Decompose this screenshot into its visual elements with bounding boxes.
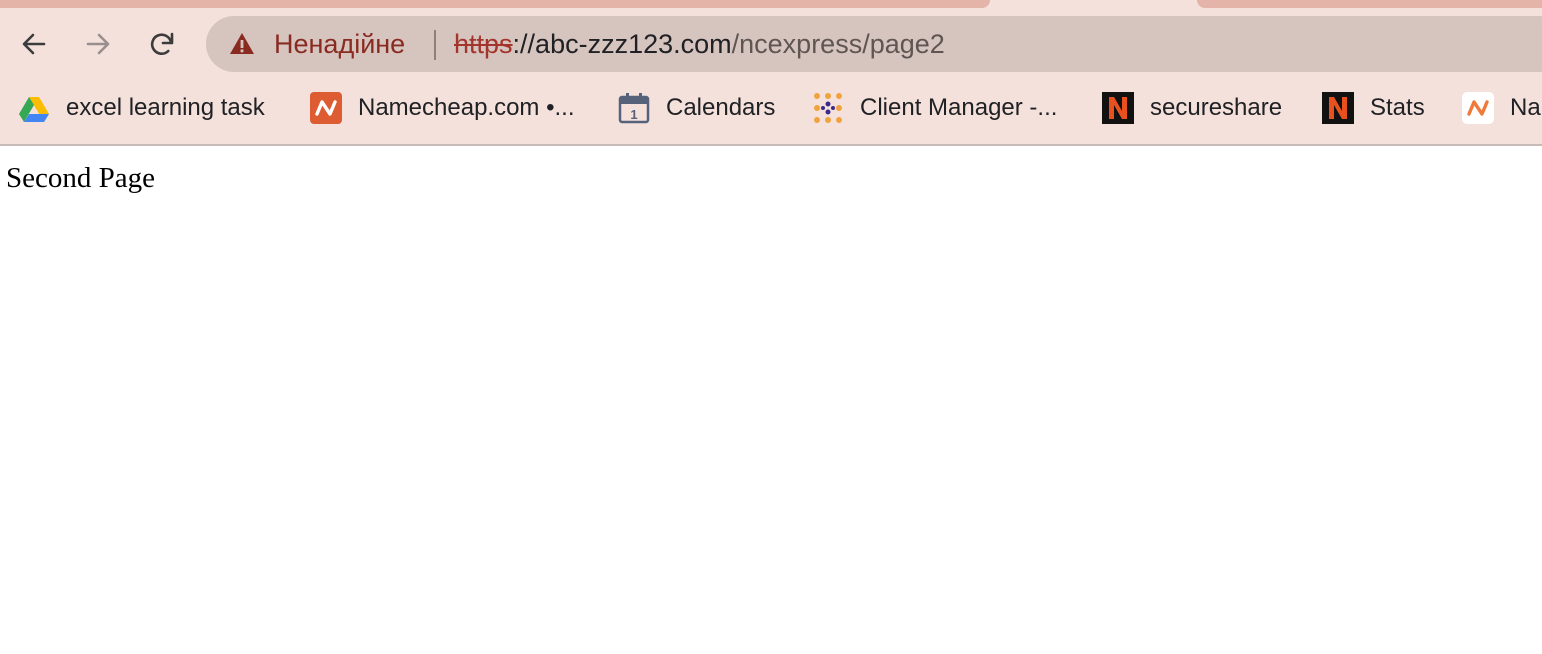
bookmark-client-manager[interactable]: Client Manager -...	[812, 88, 1057, 128]
url-host: ://abc-zzz123.com	[512, 29, 732, 59]
page-body-text: Second Page	[6, 162, 155, 194]
url-scheme: https	[454, 29, 513, 59]
namecheap-icon	[1462, 92, 1494, 124]
bookmarks-bar: excel learning task Namecheap.com •... 1…	[0, 88, 1542, 128]
arrow-left-icon	[22, 33, 46, 55]
tab-inactive-left[interactable]	[0, 0, 990, 8]
chrome-divider	[0, 144, 1542, 146]
google-drive-icon	[19, 97, 49, 122]
forward-button[interactable]	[78, 24, 118, 64]
arrow-right-icon	[86, 33, 110, 55]
url-text[interactable]: https://abc-zzz123.com/ncexpress/page2	[454, 28, 945, 60]
not-secure-label[interactable]: Ненадійне	[274, 28, 405, 60]
omnibox-divider	[434, 30, 436, 60]
bookmark-calendars[interactable]: 1 Calendars	[618, 88, 775, 128]
reload-icon	[150, 32, 174, 56]
bookmark-namecheap[interactable]: Namecheap.com •...	[310, 88, 575, 128]
warning-icon[interactable]	[228, 30, 256, 58]
bookmark-stats[interactable]: Stats	[1322, 88, 1425, 128]
reload-button[interactable]	[142, 24, 182, 64]
tab-strip	[0, 0, 1542, 8]
n-logo-icon	[1322, 92, 1354, 124]
bookmark-secureshare[interactable]: secureshare	[1102, 88, 1282, 128]
svg-text:1: 1	[630, 107, 637, 122]
bookmark-excel-learning-task[interactable]: excel learning task	[18, 88, 265, 128]
calendar-icon: 1	[618, 93, 650, 124]
tab-inactive-right[interactable]	[1197, 0, 1542, 8]
n-logo-icon	[1102, 92, 1134, 124]
namecheap-icon	[310, 92, 342, 124]
url-path: /ncexpress/page2	[731, 29, 945, 59]
browser-chrome: Ненадійне https://abc-zzz123.com/ncexpre…	[0, 0, 1542, 146]
client-manager-icon	[814, 93, 842, 123]
bookmark-namecheap-2[interactable]: Na	[1462, 88, 1541, 128]
back-button[interactable]	[14, 24, 54, 64]
address-bar[interactable]: Ненадійне https://abc-zzz123.com/ncexpre…	[206, 16, 1542, 72]
